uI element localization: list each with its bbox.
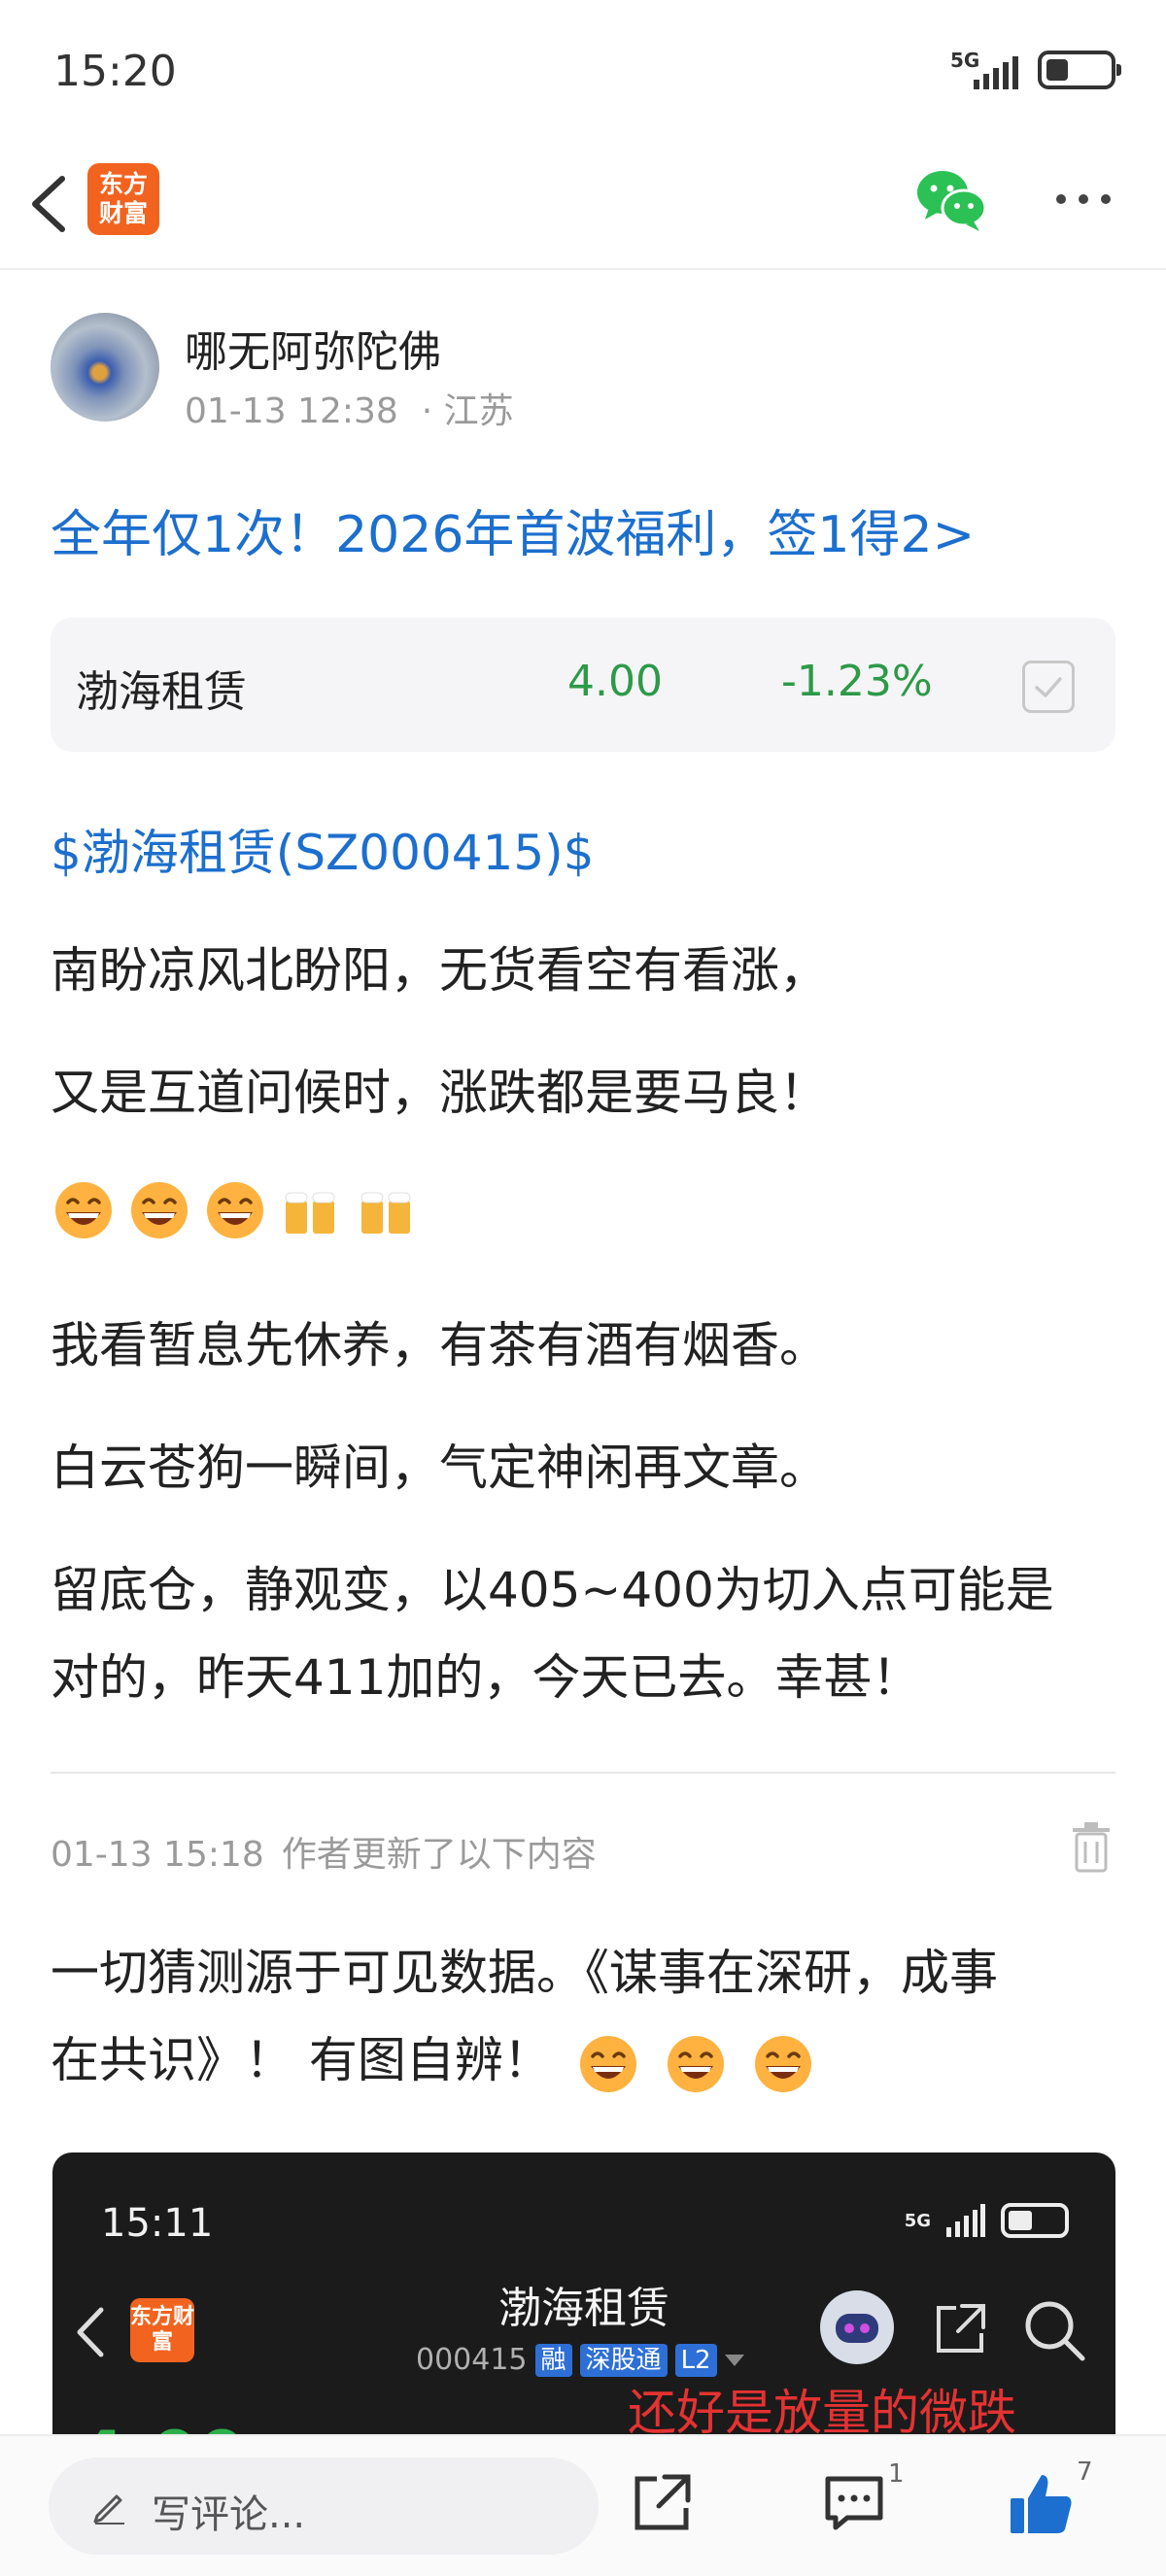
update-meta: 01-13 15:18 作者更新了以下内容 xyxy=(51,1826,597,1877)
comment-bubble-icon xyxy=(825,2476,883,2530)
stock-tag-link[interactable]: $渤海租赁(SZ000415)$ xyxy=(51,814,595,884)
stock-change: -1.23% xyxy=(781,657,933,706)
embed-robot-icon xyxy=(820,2290,894,2364)
grin-emoji-icon xyxy=(667,2035,724,2092)
status-icons: 5G xyxy=(950,49,1121,91)
embed-search-icon xyxy=(1025,2301,1085,2361)
stock-card[interactable]: 渤海租赁 4.00 -1.23% xyxy=(51,618,1115,752)
status-bar: 15:20 5G xyxy=(0,0,1166,146)
trash-icon xyxy=(1073,1822,1110,1873)
grin-emoji-icon xyxy=(207,1182,263,1238)
stock-name: 渤海租赁 xyxy=(76,667,247,717)
delete-update-button[interactable] xyxy=(1069,1820,1114,1875)
embedded-screenshot[interactable]: 15:11 5G 东方财富 渤海租赁 000415 融 深股通 L2 还好是放量… xyxy=(52,2152,1115,2444)
post-line-5: 留底仓，静观变，以405~400为切入点可能是 xyxy=(51,1562,1054,1618)
stock-price: 4.00 xyxy=(567,657,663,706)
embed-badge-l2: L2 xyxy=(674,2343,717,2377)
grin-emoji-icon xyxy=(579,2035,636,2092)
status-time: 15:20 xyxy=(53,47,177,96)
post-datetime: 01-13 12:38 xyxy=(185,391,398,431)
comments-button[interactable] xyxy=(822,2471,886,2535)
comment-count: 1 xyxy=(888,2459,905,2489)
more-button[interactable] xyxy=(1049,185,1117,214)
share-button[interactable] xyxy=(630,2471,694,2535)
check-icon xyxy=(1035,677,1062,697)
emoji-row xyxy=(52,1179,418,1241)
watchlist-check-button[interactable] xyxy=(1022,661,1075,713)
thumbs-up-icon xyxy=(1011,2475,1072,2533)
comment-input[interactable]: 写评论... xyxy=(49,2457,599,2555)
update-line-2-row: 在共识》！ 有图自辨！ xyxy=(51,2017,814,2104)
embed-badge-margin: 融 xyxy=(534,2343,572,2377)
update-datetime: 01-13 15:18 xyxy=(51,1835,264,1875)
post-location: · 江苏 xyxy=(421,391,514,431)
wechat-icon xyxy=(917,171,987,231)
avatar[interactable] xyxy=(51,313,159,422)
post-line-1: 南盼凉风北盼阳，无货看空有看涨， xyxy=(51,942,828,999)
embed-caret-down-icon xyxy=(724,2354,744,2366)
signal-icon: 5G xyxy=(950,49,1020,91)
embed-status-icons: 5G xyxy=(905,2203,1069,2238)
post-line-2: 又是互道问候时，涨跌都是要马良！ xyxy=(51,1065,828,1121)
beer-emoji-icon xyxy=(360,1192,411,1234)
chevron-left-icon xyxy=(32,176,65,232)
battery-icon xyxy=(1038,51,1121,89)
post-line-3: 我看暂息先休养，有茶有酒有烟香。 xyxy=(51,1317,828,1373)
grin-emoji-icon xyxy=(754,2035,811,2092)
bottom-action-bar: 写评论... 1 7 xyxy=(0,2434,1166,2576)
update-line-1: 一切猜测源于可见数据。《谋事在深研，成事 xyxy=(51,1945,998,2001)
divider xyxy=(51,1772,1115,1774)
embed-stock-code-row: 000415 融 深股通 L2 xyxy=(416,2343,744,2377)
grin-emoji-icon xyxy=(131,1182,188,1238)
pencil-icon xyxy=(93,2494,124,2525)
embed-share-icon xyxy=(937,2304,985,2353)
promo-link[interactable]: 全年仅1次！2026年首波福利，签1得2> xyxy=(51,493,975,566)
more-dots-icon xyxy=(1056,194,1111,204)
comment-placeholder: 写评论... xyxy=(152,2492,306,2537)
embed-signal-icon xyxy=(946,2204,985,2237)
embed-network-type: 5G xyxy=(904,2210,931,2231)
grin-emoji-icon xyxy=(55,1182,112,1238)
wechat-share-button[interactable] xyxy=(915,165,987,233)
like-button[interactable] xyxy=(1007,2469,1077,2539)
update-line-2: 在共识》！ 有图自辨！ xyxy=(51,2032,552,2088)
update-note: 作者更新了以下内容 xyxy=(281,1835,597,1875)
post-meta: 01-13 12:38 · 江苏 xyxy=(185,383,514,433)
top-navigation: 东方财富 xyxy=(0,146,1166,270)
like-count: 7 xyxy=(1077,2457,1093,2487)
author-name[interactable]: 哪无阿弥陀佛 xyxy=(185,317,441,379)
embed-stock-code: 000415 xyxy=(416,2343,528,2377)
post-line-6: 对的，昨天411加的，今天已去。幸甚！ xyxy=(51,1649,921,1706)
beer-emoji-icon xyxy=(285,1192,335,1234)
embed-status-time: 15:11 xyxy=(101,2201,214,2246)
app-logo[interactable]: 东方财富 xyxy=(87,163,159,235)
author-row: 哪无阿弥陀佛 01-13 12:38 · 江苏 xyxy=(51,313,1119,431)
embed-battery-icon xyxy=(1001,2203,1069,2238)
share-icon xyxy=(634,2474,691,2530)
post-line-4: 白云苍狗一瞬间，气定神闲再文章。 xyxy=(51,1440,828,1496)
back-button[interactable] xyxy=(23,165,82,243)
embed-badge-connect: 深股通 xyxy=(579,2343,668,2377)
